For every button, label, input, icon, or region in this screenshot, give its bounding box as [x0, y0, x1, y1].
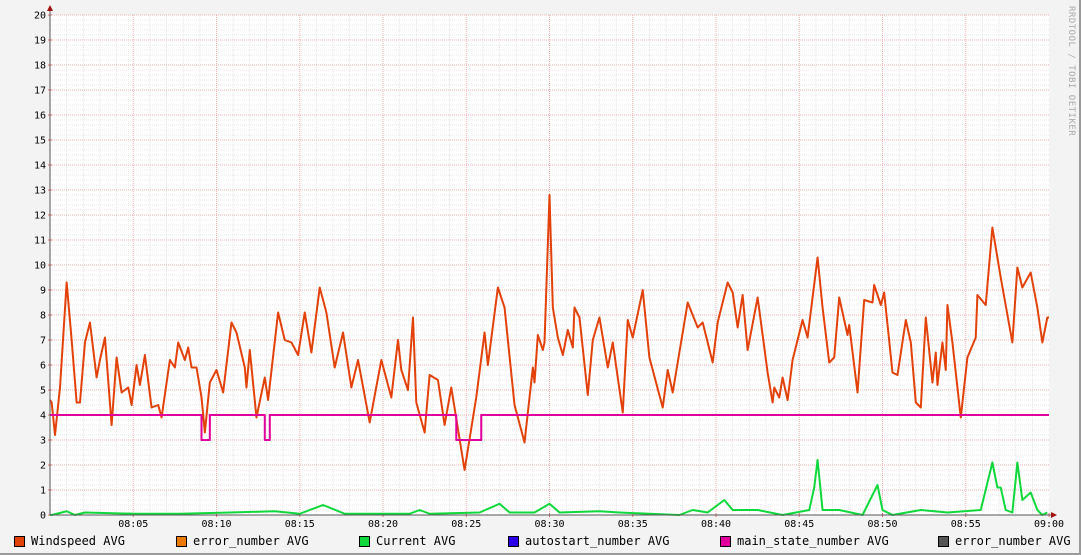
y-tick-label: 16 — [34, 111, 46, 122]
x-tick-label: 08:05 — [118, 519, 148, 530]
legend-item-windspeed: Windspeed AVG — [14, 534, 125, 548]
rrdtool-watermark: RRDTOOL / TOBI OETIKER — [1066, 6, 1076, 137]
y-tick-label: 19 — [34, 36, 46, 47]
y-tick-label: 9 — [40, 286, 46, 297]
legend-item-main-state-number: main_state_number AVG — [720, 534, 889, 548]
legend-label: error_number AVG — [193, 534, 309, 548]
y-tick-label: 8 — [40, 311, 46, 322]
y-axis-arrow-icon — [47, 5, 53, 11]
y-tick-label: 14 — [34, 161, 46, 172]
legend-label: main_state_number AVG — [737, 534, 889, 548]
x-tick-label: 08:50 — [867, 519, 897, 530]
y-tick-label: 15 — [34, 136, 46, 147]
legend-item-autostart-number: autostart_number AVG — [508, 534, 670, 548]
y-tick-label: 17 — [34, 86, 46, 97]
legend-swatch — [508, 535, 519, 547]
y-tick-label: 7 — [40, 336, 46, 347]
y-tick-label: 11 — [34, 236, 46, 247]
legend-item-current: Current AVG — [359, 534, 455, 548]
chart: 0123456789101112131415161718192008:05 08:… — [34, 5, 1064, 530]
legend-swatch — [938, 535, 949, 547]
x-tick-label: 08:55 — [951, 519, 981, 530]
x-tick-label: 08:15 — [285, 519, 315, 530]
y-tick-label: 2 — [40, 461, 46, 472]
y-tick-label: 3 — [40, 436, 46, 447]
x-tick-label: 08:35 — [618, 519, 648, 530]
x-tick-label: 08:20 — [368, 519, 398, 530]
x-tick-label: 08:25 — [451, 519, 481, 530]
x-tick-label: 08:30 — [534, 519, 564, 530]
legend-item-error-number: error_number AVG — [176, 534, 309, 548]
legend-label: Windspeed AVG — [31, 534, 125, 548]
legend-label: error_number AVG — [955, 534, 1071, 548]
y-tick-label: 18 — [34, 61, 46, 72]
y-tick-label: 12 — [34, 211, 46, 222]
legend: Windspeed AVG error_number AVG Current A… — [14, 534, 1074, 550]
x-tick-label: 08:10 — [201, 519, 231, 530]
y-tick-label: 10 — [34, 261, 46, 272]
legend-swatch — [176, 535, 187, 547]
legend-swatch — [14, 535, 25, 547]
y-tick-label: 5 — [40, 386, 46, 397]
legend-swatch — [720, 535, 731, 547]
x-tick-label: 09:00 — [1034, 519, 1064, 530]
legend-item-error-number-2: error_number AVG — [938, 534, 1071, 548]
legend-label: autostart_number AVG — [525, 534, 670, 548]
x-tick-label: 08:45 — [784, 519, 814, 530]
y-tick-label: 20 — [34, 11, 46, 22]
y-tick-label: 4 — [40, 411, 46, 422]
legend-swatch — [359, 535, 370, 547]
x-tick-label: 08:40 — [701, 519, 731, 530]
x-axis-arrow-icon — [1051, 512, 1057, 518]
y-tick-label: 6 — [40, 361, 46, 372]
legend-label: Current AVG — [376, 534, 456, 548]
y-tick-label: 0 — [40, 511, 46, 522]
y-tick-label: 1 — [40, 486, 46, 497]
y-tick-label: 13 — [34, 186, 46, 197]
